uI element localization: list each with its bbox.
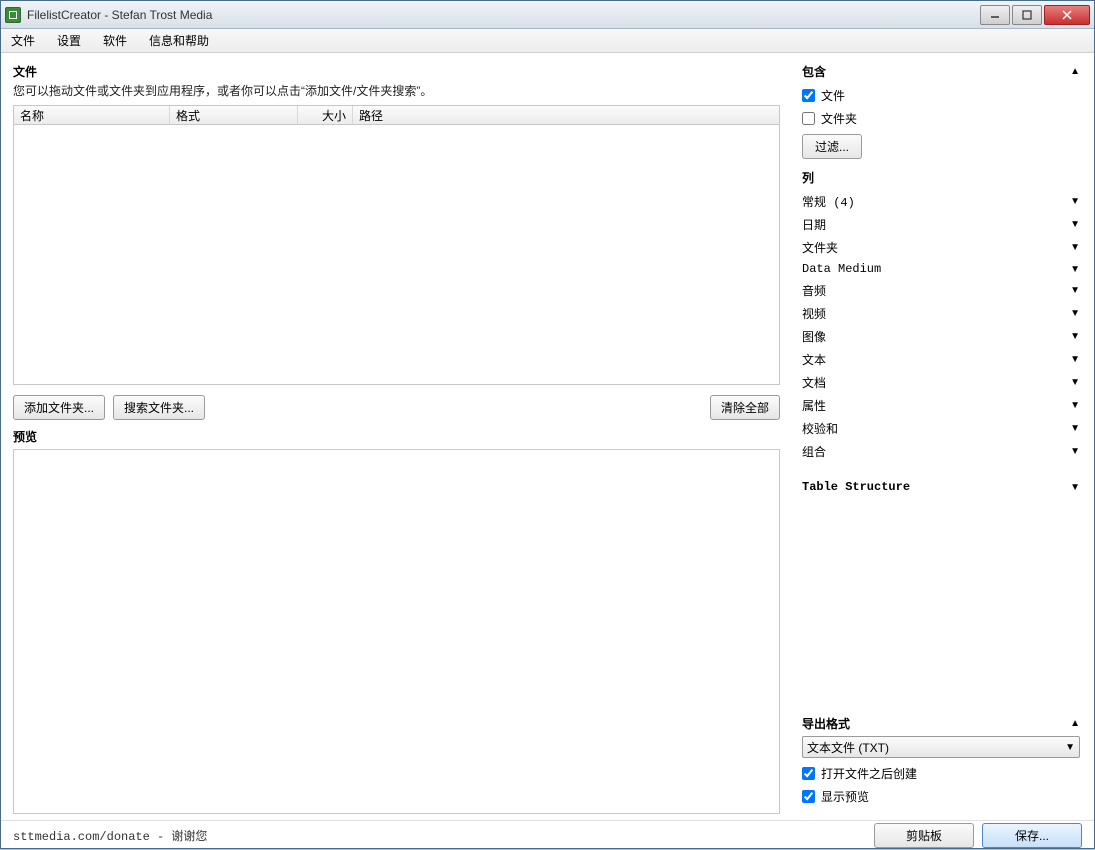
maximize-button[interactable] <box>1012 5 1042 25</box>
export-title: 导出格式 <box>802 715 850 732</box>
chevron-down-icon: ▼ <box>1070 400 1080 411</box>
include-files-row[interactable]: 文件 <box>802 84 1080 107</box>
column-category-folder[interactable]: 文件夹▼ <box>802 236 1080 259</box>
export-section: 导出格式 ▲ 文本文件 (TXT) ▼ 打开文件之后创建 显示预览 <box>802 715 1080 808</box>
column-header-format[interactable]: 格式 <box>170 106 298 124</box>
column-category-combination[interactable]: 组合▼ <box>802 440 1080 463</box>
show-preview-label: 显示预览 <box>821 788 869 805</box>
file-list[interactable] <box>13 125 780 385</box>
close-button[interactable] <box>1044 5 1090 25</box>
statusbar: sttmedia.com/donate - 谢谢您 剪贴板 保存... <box>1 820 1094 850</box>
open-after-label: 打开文件之后创建 <box>821 765 917 782</box>
include-folders-checkbox[interactable] <box>802 112 815 125</box>
column-category-document[interactable]: 文档▼ <box>802 371 1080 394</box>
window-controls <box>980 5 1090 25</box>
menu-file[interactable]: 文件 <box>7 30 39 51</box>
column-category-audio[interactable]: 音频▼ <box>802 279 1080 302</box>
clear-all-button[interactable]: 清除全部 <box>710 395 780 420</box>
status-text: sttmedia.com/donate - 谢谢您 <box>13 827 866 844</box>
column-category-checksum[interactable]: 校验和▼ <box>802 417 1080 440</box>
chevron-down-icon: ▼ <box>1070 331 1080 342</box>
open-after-row[interactable]: 打开文件之后创建 <box>802 762 1080 785</box>
menu-help[interactable]: 信息和帮助 <box>145 30 213 51</box>
chevron-down-icon: ▼ <box>1070 242 1080 253</box>
include-section: 包含 ▲ 文件 文件夹 过滤... <box>802 63 1080 163</box>
files-hint: 您可以拖动文件或文件夹到应用程序，或者你可以点击“添加文件/文件夹搜索”。 <box>13 82 780 99</box>
search-folder-button[interactable]: 搜索文件夹... <box>113 395 205 420</box>
file-list-header: 名称 格式 大小 路径 <box>13 105 780 125</box>
column-category-general[interactable]: 常规 (4)▼ <box>802 190 1080 213</box>
chevron-down-icon: ▼ <box>1070 446 1080 457</box>
menubar: 文件 设置 软件 信息和帮助 <box>1 29 1094 53</box>
include-files-label: 文件 <box>821 87 845 104</box>
chevron-down-icon: ▼ <box>1065 742 1075 753</box>
clipboard-button[interactable]: 剪贴板 <box>874 823 974 848</box>
include-collapse-icon[interactable]: ▲ <box>1070 66 1080 77</box>
window-title: FilelistCreator - Stefan Trost Media <box>27 8 980 22</box>
include-title: 包含 <box>802 63 826 80</box>
preview-area[interactable] <box>13 449 780 814</box>
chevron-down-icon: ▼ <box>1070 285 1080 296</box>
preview-section-title: 预览 <box>13 428 780 445</box>
column-category-text[interactable]: 文本▼ <box>802 348 1080 371</box>
minimize-button[interactable] <box>980 5 1010 25</box>
include-files-checkbox[interactable] <box>802 89 815 102</box>
chevron-down-icon: ▼ <box>1070 219 1080 230</box>
chevron-down-icon: ▼ <box>1070 354 1080 365</box>
export-collapse-icon[interactable]: ▲ <box>1070 718 1080 729</box>
chevron-down-icon: ▼ <box>1070 264 1080 275</box>
column-category-attributes[interactable]: 属性▼ <box>802 394 1080 417</box>
app-window: FilelistCreator - Stefan Trost Media 文件 … <box>0 0 1095 849</box>
app-icon <box>5 7 21 23</box>
menu-software[interactable]: 软件 <box>99 30 131 51</box>
chevron-down-icon: ▼ <box>1070 308 1080 319</box>
columns-section: 列 常规 (4)▼ 日期▼ 文件夹▼ Data Medium▼ 音频▼ 视频▼ … <box>802 169 1080 463</box>
filter-button[interactable]: 过滤... <box>802 134 862 159</box>
menu-settings[interactable]: 设置 <box>53 30 85 51</box>
titlebar: FilelistCreator - Stefan Trost Media <box>1 1 1094 29</box>
right-pane: 包含 ▲ 文件 文件夹 过滤... 列 <box>792 53 1094 820</box>
open-after-checkbox[interactable] <box>802 767 815 780</box>
column-header-size[interactable]: 大小 <box>298 106 353 124</box>
column-category-date[interactable]: 日期▼ <box>802 213 1080 236</box>
show-preview-checkbox[interactable] <box>802 790 815 803</box>
chevron-down-icon: ▼ <box>1070 482 1080 493</box>
content-area: 文件 您可以拖动文件或文件夹到应用程序，或者你可以点击“添加文件/文件夹搜索”。… <box>1 53 1094 820</box>
column-header-path[interactable]: 路径 <box>353 106 779 124</box>
columns-title: 列 <box>802 169 814 186</box>
table-structure-header[interactable]: Table Structure ▼ <box>802 477 1080 497</box>
include-folders-label: 文件夹 <box>821 110 857 127</box>
export-format-select[interactable]: 文本文件 (TXT) ▼ <box>802 736 1080 758</box>
include-folders-row[interactable]: 文件夹 <box>802 107 1080 130</box>
file-actions-row: 添加文件夹... 搜索文件夹... 清除全部 <box>13 385 780 428</box>
export-format-value: 文本文件 (TXT) <box>807 739 889 756</box>
column-category-data-medium[interactable]: Data Medium▼ <box>802 259 1080 279</box>
chevron-down-icon: ▼ <box>1070 196 1080 207</box>
left-pane: 文件 您可以拖动文件或文件夹到应用程序，或者你可以点击“添加文件/文件夹搜索”。… <box>1 53 792 820</box>
files-section-title: 文件 <box>13 63 780 80</box>
save-button[interactable]: 保存... <box>982 823 1082 848</box>
show-preview-row[interactable]: 显示预览 <box>802 785 1080 808</box>
table-structure-section: Table Structure ▼ <box>802 477 1080 497</box>
chevron-down-icon: ▼ <box>1070 377 1080 388</box>
column-category-image[interactable]: 图像▼ <box>802 325 1080 348</box>
add-folder-button[interactable]: 添加文件夹... <box>13 395 105 420</box>
chevron-down-icon: ▼ <box>1070 423 1080 434</box>
column-category-video[interactable]: 视频▼ <box>802 302 1080 325</box>
column-header-name[interactable]: 名称 <box>14 106 170 124</box>
